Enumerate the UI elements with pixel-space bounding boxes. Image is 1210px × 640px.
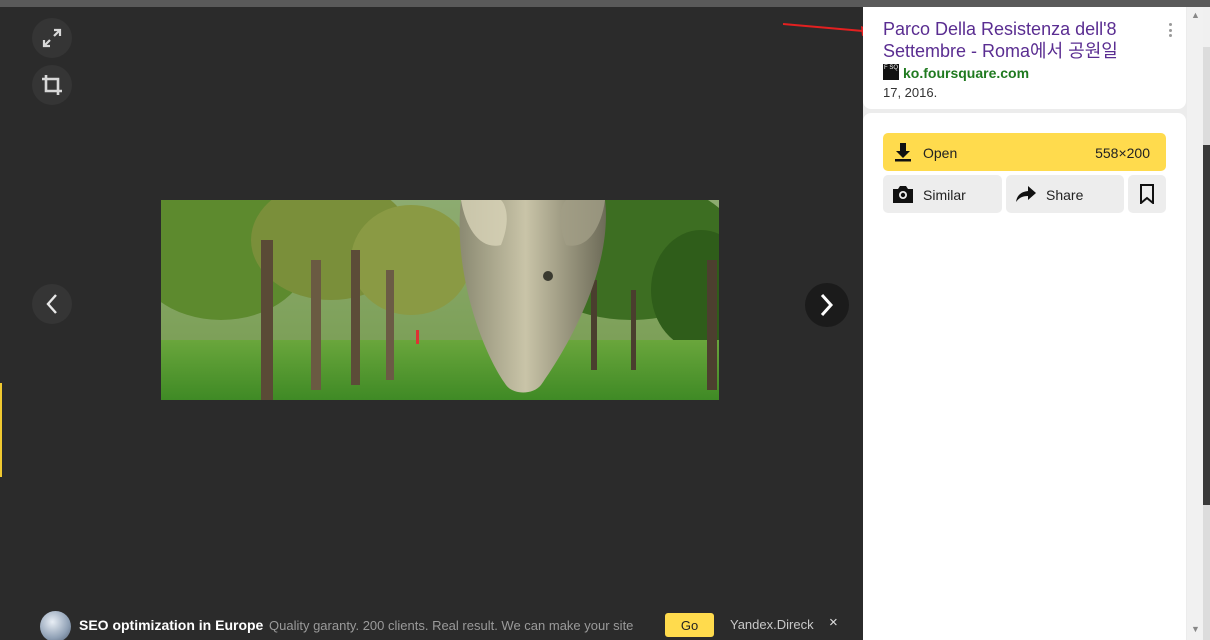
ad-bar: SEO optimization in Europe Quality garan… bbox=[0, 597, 863, 640]
source-domain-link[interactable]: ko.foursquare.com bbox=[903, 65, 1029, 81]
camera-icon bbox=[893, 186, 913, 203]
expand-icon bbox=[42, 28, 62, 48]
ad-text[interactable]: Quality garanty. 200 clients. Real resul… bbox=[269, 618, 649, 633]
result-date: 17, 2016. bbox=[883, 85, 938, 100]
crop-button[interactable] bbox=[32, 65, 72, 105]
similar-label: Similar bbox=[923, 187, 966, 203]
download-icon bbox=[895, 143, 911, 162]
chevron-right-icon bbox=[820, 293, 834, 317]
actions-card: Open 558×200 Similar Share bbox=[863, 113, 1186, 640]
share-button[interactable]: Share bbox=[1006, 175, 1124, 213]
chevron-left-icon bbox=[46, 294, 57, 314]
fullscreen-button[interactable] bbox=[32, 18, 72, 58]
background-page-edge bbox=[1203, 7, 1210, 640]
source-card: Parco Della Resistenza dell'8 Settembre … bbox=[863, 7, 1186, 109]
details-panel: Parco Della Resistenza dell'8 Settembre … bbox=[863, 7, 1187, 640]
share-label: Share bbox=[1046, 187, 1084, 203]
ad-avatar bbox=[40, 611, 71, 640]
previous-image-button[interactable] bbox=[32, 284, 72, 324]
ad-go-button[interactable]: Go bbox=[665, 613, 714, 637]
kebab-menu-icon bbox=[1168, 23, 1172, 26]
scroll-up-arrow[interactable]: ▲ bbox=[1191, 10, 1200, 20]
ad-source[interactable]: Yandex.Direck bbox=[730, 617, 814, 632]
result-title-link[interactable]: Parco Della Resistenza dell'8 Settembre … bbox=[883, 18, 1153, 62]
ad-close-button[interactable]: × bbox=[829, 614, 838, 631]
similar-button[interactable]: Similar bbox=[883, 175, 1002, 213]
site-favicon: F SQ bbox=[883, 64, 899, 80]
ad-title[interactable]: SEO optimization in Europe bbox=[79, 617, 263, 633]
left-accent-bar bbox=[0, 383, 2, 477]
more-options-button[interactable] bbox=[1161, 21, 1179, 39]
image-size: 558×200 bbox=[1095, 145, 1150, 161]
top-bar bbox=[0, 0, 1210, 7]
open-label: Open bbox=[923, 145, 958, 161]
bookmark-button[interactable] bbox=[1128, 175, 1166, 213]
panel-scrollbar[interactable]: ▲ ▼ bbox=[1187, 7, 1203, 640]
open-button[interactable]: Open 558×200 bbox=[883, 133, 1166, 171]
main-photo bbox=[161, 200, 719, 400]
crop-icon bbox=[42, 75, 62, 95]
image-viewer: SEO optimization in Europe Quality garan… bbox=[0, 7, 863, 640]
scroll-down-arrow[interactable]: ▼ bbox=[1191, 624, 1200, 634]
next-image-button[interactable] bbox=[805, 283, 849, 327]
bookmark-icon bbox=[1140, 184, 1154, 204]
share-arrow-icon bbox=[1016, 186, 1036, 202]
